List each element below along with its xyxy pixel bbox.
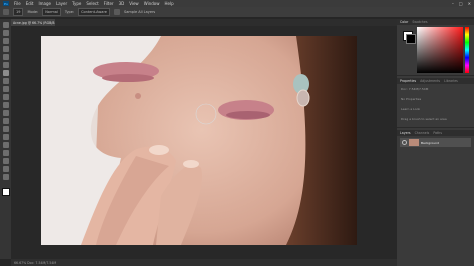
history-brush-tool-icon[interactable]: [2, 94, 9, 100]
close-button[interactable]: ✕: [468, 1, 471, 6]
menu-edit[interactable]: Edit: [26, 1, 34, 6]
clone-stamp-tool-icon[interactable]: [2, 86, 9, 92]
blur-tool-icon[interactable]: [2, 118, 9, 124]
color-panel-tabs: Color Swatches: [397, 19, 474, 25]
menu-bar: Ps File Edit Image Layer Type Select Fil…: [0, 0, 474, 7]
color-picker[interactable]: [401, 27, 473, 73]
divider: [397, 127, 474, 128]
eye-icon[interactable]: [402, 140, 407, 145]
dodge-tool-icon[interactable]: [2, 126, 9, 132]
lasso-tool-icon[interactable]: [2, 38, 9, 44]
menu-help[interactable]: Help: [164, 1, 173, 6]
type-tool-icon[interactable]: [2, 142, 9, 148]
quick-select-tool-icon[interactable]: [2, 46, 9, 52]
options-bar: 19 Mode: Normal Type: Content-Aware Samp…: [0, 7, 474, 18]
document-tab[interactable]: Acne.jpg @ 66.7% (RGB/8#): [11, 19, 55, 26]
tab-channels[interactable]: Channels: [415, 131, 430, 135]
menu-type[interactable]: Type: [72, 1, 81, 6]
eyedropper-tool-icon[interactable]: [2, 62, 9, 68]
path-select-tool-icon[interactable]: [2, 150, 9, 156]
spot-healing-brush-icon[interactable]: [3, 9, 9, 15]
marquee-tool-icon[interactable]: [2, 30, 9, 36]
layers-panel-tabs: Layers Channels Paths: [397, 130, 474, 136]
canvas-area[interactable]: [11, 26, 397, 259]
sample-all-layers-label: Sample All Layers: [123, 10, 156, 14]
tab-layers[interactable]: Layers: [400, 131, 411, 135]
tab-properties[interactable]: Properties: [400, 79, 416, 83]
document-tab-bar: Acne.jpg @ 66.7% (RGB/8#): [11, 19, 397, 26]
type-content-aware[interactable]: Content-Aware: [78, 8, 110, 16]
portrait-image: [41, 36, 357, 245]
shape-tool-icon[interactable]: [2, 158, 9, 164]
minimize-button[interactable]: –: [452, 1, 454, 6]
tab-paths[interactable]: Paths: [433, 131, 442, 135]
menu-layer[interactable]: Layer: [56, 1, 67, 6]
mode-select[interactable]: Normal: [42, 8, 61, 16]
tab-libraries[interactable]: Libraries: [444, 79, 458, 83]
menu-window[interactable]: Window: [144, 1, 160, 6]
pen-tool-icon[interactable]: [2, 134, 9, 140]
menu-select[interactable]: Select: [86, 1, 98, 6]
document-photo[interactable]: [41, 36, 357, 245]
hue-slider[interactable]: [465, 27, 469, 73]
eraser-tool-icon[interactable]: [2, 102, 9, 108]
window-controls: – □ ✕: [452, 1, 471, 6]
sample-all-layers-checkbox[interactable]: [113, 9, 120, 15]
tools-panel: [0, 19, 11, 259]
divider: [397, 75, 474, 76]
brush-size-picker[interactable]: 19: [13, 8, 24, 16]
saturation-value-field[interactable]: [417, 27, 463, 73]
foreground-color-swatch[interactable]: [1, 188, 10, 196]
zoom-tool-icon[interactable]: [2, 174, 9, 180]
tab-color[interactable]: Color: [400, 20, 408, 24]
right-panels: Color Swatches Properties Adjustments Li…: [397, 19, 474, 266]
move-tool-icon[interactable]: [2, 22, 9, 28]
layer-thumbnail: [409, 139, 419, 146]
hand-tool-icon[interactable]: [2, 166, 9, 172]
menu-file[interactable]: File: [14, 1, 21, 6]
maximize-button[interactable]: □: [459, 1, 463, 6]
menu-filter[interactable]: Filter: [104, 1, 114, 6]
gradient-tool-icon[interactable]: [2, 110, 9, 116]
brush-tool-icon[interactable]: [2, 78, 9, 84]
status-bar: 66.67% Doc: 7.54M/7.54M: [11, 259, 397, 266]
mode-label: Mode:: [27, 10, 39, 14]
layer-name: Background: [421, 140, 439, 145]
properties-content: Doc: 7.54M/7.54M No Properties Learn a L…: [397, 84, 474, 125]
menu-image[interactable]: Image: [38, 1, 51, 6]
crop-tool-icon[interactable]: [2, 54, 9, 60]
background-color-box[interactable]: [406, 34, 416, 44]
type-label: Type:: [64, 10, 75, 14]
app-logo: Ps: [3, 1, 9, 6]
tab-adjustments[interactable]: Adjustments: [420, 79, 440, 83]
tab-swatches[interactable]: Swatches: [412, 20, 427, 24]
menu-3d[interactable]: 3D: [119, 1, 125, 6]
menu-view[interactable]: View: [129, 1, 139, 6]
healing-brush-tool-icon[interactable]: [2, 70, 9, 76]
info-row: Drag a brush to select an area: [401, 117, 447, 121]
layer-row-background[interactable]: Background: [400, 138, 471, 147]
